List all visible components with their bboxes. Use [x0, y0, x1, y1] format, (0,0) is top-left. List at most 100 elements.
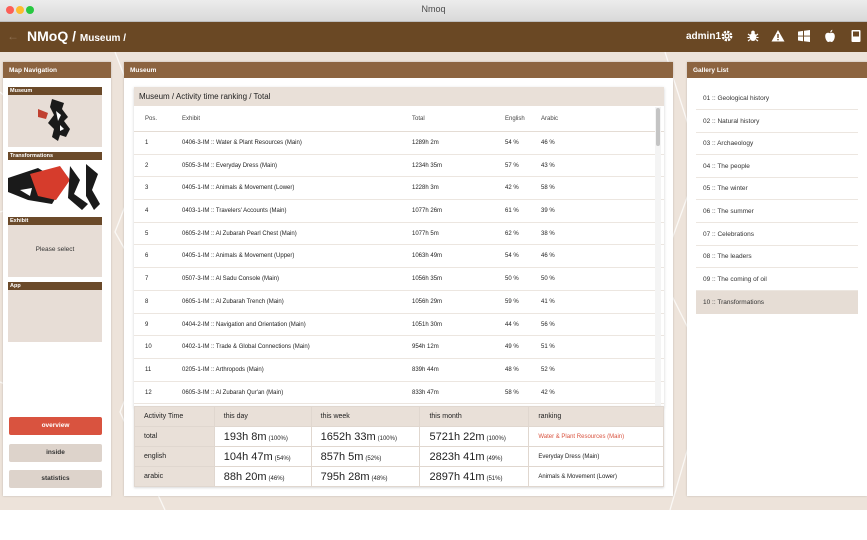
cell-pos: 4: [145, 208, 149, 215]
nav-box-exhibit[interactable]: Exhibit Please select: [8, 217, 102, 277]
cell-total: 1234h 35m: [412, 162, 443, 169]
cell-total: 1228h 3m: [412, 185, 439, 192]
cell-english: 50 %: [505, 276, 519, 283]
inside-button[interactable]: inside: [9, 444, 102, 462]
cell-exhibit: 0205-1-IM :: Arthropods (Main): [182, 366, 264, 373]
table-row[interactable]: 12 0605-3-IM :: Al Zubarah Qur'an (Main) 8…: [134, 382, 664, 405]
nav-box-museum[interactable]: Museum: [8, 87, 102, 147]
transformations-map-thumbnail: [8, 160, 102, 212]
summary-week-value: 1652h 33m: [320, 430, 376, 443]
table-row[interactable]: 6 0405-1-IM :: Animals & Movement (Upper)…: [134, 245, 664, 269]
user-name[interactable]: admin1: [686, 31, 721, 42]
summary-ranking-value: Everyday Dress (Main): [538, 454, 600, 460]
bug-icon[interactable]: [744, 27, 762, 45]
column-header-exhibit[interactable]: Exhibit: [182, 116, 200, 122]
column-header-pos[interactable]: Pos.: [145, 116, 157, 122]
cell-total: 833h 47m: [412, 389, 439, 396]
nav-box-app[interactable]: App: [8, 282, 102, 342]
back-arrow-icon[interactable]: ←: [7, 29, 19, 43]
cell-pos: 12: [145, 389, 152, 396]
gallery-item[interactable]: 02 :: Natural history: [696, 110, 858, 133]
gallery-item[interactable]: 08 :: The leaders: [696, 245, 858, 268]
windows-icon[interactable]: [795, 27, 813, 45]
cell-pos: 2: [145, 162, 149, 169]
gallery-item[interactable]: 06 :: The summer: [696, 200, 858, 223]
cell-english: 54 %: [505, 140, 519, 146]
cell-total: 954h 12m: [412, 344, 439, 351]
cell-pos: 3: [145, 185, 149, 192]
brand-name: NMoQ /: [27, 28, 80, 44]
summary-row-label: arabic: [134, 466, 215, 487]
cell-exhibit: 0605-1-IM :: Al Zubarah Trench (Main): [182, 298, 284, 305]
summary-month-cell: 5721h 22m (100%): [419, 426, 530, 447]
window-titlebar: Nmoq: [0, 0, 867, 22]
summary-day-value: 193h 8m: [223, 430, 267, 443]
gallery-item[interactable]: 04 :: The people: [696, 155, 858, 178]
cell-english: 57 %: [505, 162, 519, 169]
cell-english: 48 %: [505, 366, 519, 373]
summary-day-value: 104h 47m: [223, 450, 273, 463]
summary-ranking-value[interactable]: Water & Plant Resources (Main): [538, 434, 624, 440]
cell-arabic: 56 %: [541, 321, 555, 328]
cell-arabic: 46 %: [541, 253, 555, 260]
column-header-total[interactable]: Total: [412, 116, 425, 122]
gallery-item[interactable]: 05 :: The winter: [696, 177, 858, 200]
column-header-arabic[interactable]: Arabic: [541, 116, 558, 122]
table-row[interactable]: 7 0507-3-IM :: Al Sadu Console (Main) 1056…: [134, 268, 664, 291]
table-row[interactable]: 11 0205-1-IM :: Arthropods (Main) 839h 44m…: [134, 359, 664, 382]
gear-icon[interactable]: [718, 27, 736, 45]
summary-month-pct: (51%): [486, 475, 503, 482]
cell-pos: 6: [145, 253, 149, 260]
table-row[interactable]: 5 0605-2-IM :: Al Zubarah Pearl Chest (Ma…: [134, 223, 664, 246]
cell-exhibit: 0405-1-IM :: Animals & Movement (Lower): [182, 185, 295, 192]
column-header-english[interactable]: English: [505, 116, 525, 122]
summary-week-value: 795h 28m: [320, 470, 370, 483]
cell-arabic: 39 %: [541, 208, 555, 215]
table-row[interactable]: 8 0605-1-IM :: Al Zubarah Trench (Main) 10…: [134, 291, 664, 314]
gallery-item-selected[interactable]: 10 :: Transformations: [696, 291, 858, 314]
table-scrollbar-thumb[interactable]: [656, 108, 660, 146]
nav-box-label: Exhibit: [8, 217, 102, 225]
table-row[interactable]: 10 0402-1-IM :: Trade & Global Connection…: [134, 336, 664, 359]
overview-button[interactable]: overview: [9, 417, 102, 435]
table-row[interactable]: 1 0406-3-IM :: Water & Plant Resources (M…: [134, 132, 664, 155]
gallery-item[interactable]: 03 :: Archaeology: [696, 132, 858, 155]
cell-exhibit: 0605-3-IM :: Al Zubarah Qur'an (Main): [182, 389, 284, 396]
cell-total: 1077h 26m: [412, 208, 443, 215]
app-brand: NMoQ / Museum /: [27, 28, 126, 44]
summary-ranking-cell: Everyday Dress (Main): [528, 446, 664, 467]
ranking-table-header: Pos. Exhibit Total English Arabic: [134, 106, 664, 132]
table-scrollbar[interactable]: [655, 107, 661, 407]
gallery-item[interactable]: 07 :: Celebrations: [696, 223, 858, 246]
cell-exhibit: 0404-2-IM :: Navigation and Orientation …: [182, 321, 306, 328]
apple-icon[interactable]: [821, 27, 839, 45]
summary-row-label: english: [134, 446, 215, 467]
cell-arabic: 51 %: [541, 344, 555, 351]
summary-row-label: total: [134, 426, 215, 447]
summary-month-cell: 2823h 41m (49%): [419, 446, 530, 467]
table-row[interactable]: 4 0403-1-IM :: Travelers' Accounts (Main)…: [134, 200, 664, 223]
cell-total: 1077h 5m: [412, 230, 439, 237]
cell-arabic: 50 %: [541, 276, 555, 283]
breadcrumb[interactable]: Museum /: [80, 33, 126, 44]
gallery-item[interactable]: 01 :: Geological history: [696, 87, 858, 110]
cell-pos: 11: [145, 366, 152, 373]
cell-english: 61 %: [505, 208, 519, 215]
summary-week-cell: 1652h 33m (100%): [310, 426, 421, 447]
cell-pos: 1: [145, 140, 149, 146]
summary-header-row: Activity Time this day this week this mo…: [134, 406, 664, 427]
table-row[interactable]: 3 0405-1-IM :: Animals & Movement (Lower)…: [134, 177, 664, 201]
statistics-button[interactable]: statistics: [9, 470, 102, 488]
book-icon[interactable]: [847, 27, 865, 45]
summary-week-pct: (100%): [377, 435, 397, 442]
nav-box-transformations[interactable]: Transformations: [8, 152, 102, 212]
warning-icon[interactable]: [769, 27, 787, 45]
cell-total: 1063h 49m: [412, 253, 443, 260]
map-navigation-title: Map Navigation: [3, 62, 111, 78]
summary-header-ranking: ranking: [528, 406, 664, 427]
cell-english: 59 %: [505, 298, 519, 305]
table-row[interactable]: 9 0404-2-IM :: Navigation and Orientation…: [134, 314, 664, 337]
table-row[interactable]: 2 0505-3-IM :: Everyday Dress (Main) 1234h…: [134, 155, 664, 178]
gallery-item[interactable]: 09 :: The coming of oil: [696, 268, 858, 291]
cell-total: 1051h 30m: [412, 321, 443, 328]
